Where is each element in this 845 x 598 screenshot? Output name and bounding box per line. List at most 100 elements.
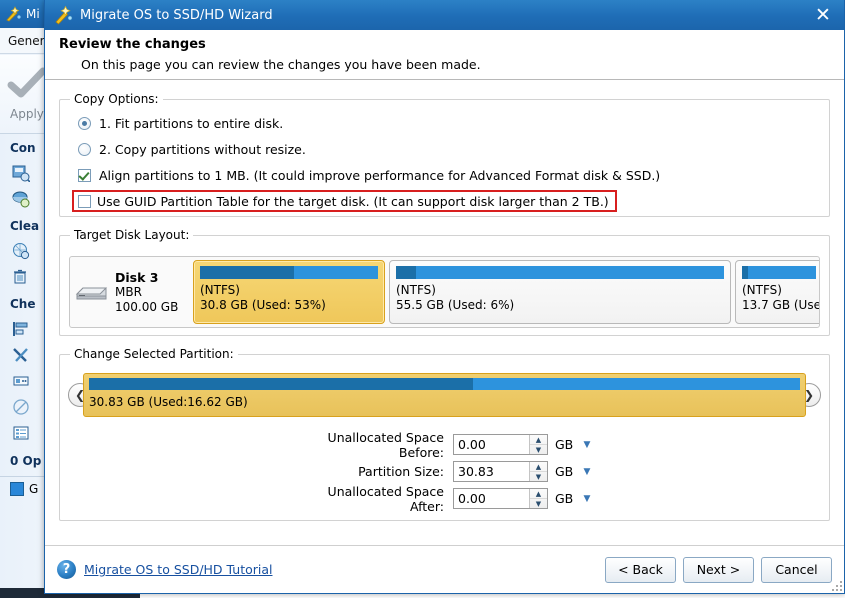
trash-wipe-icon (12, 268, 30, 286)
partition-usage-bar-1 (200, 266, 378, 279)
partition-size-3: 13.7 GB (Use (742, 298, 820, 312)
partition-block-2[interactable]: (NTFS) 55.5 GB (Used: 6%) (389, 260, 731, 324)
surface-test-icon (12, 372, 30, 390)
disk-name: Disk 3 (115, 269, 159, 285)
unallocated-space-after-label: Unallocated Space After: (327, 483, 444, 514)
partition-size-stepper[interactable]: ▲ ▼ (453, 461, 548, 482)
checkmark-icon[interactable] (6, 67, 48, 101)
disk-copy-icon (12, 164, 31, 183)
migrate-os-wizard-dialog: Migrate OS to SSD/HD Wizard ✕ Review the… (44, 0, 845, 594)
unallocated-space-after-unit: GB (555, 491, 574, 506)
partition-size-row: Partition Size: ▲ ▼ GB ▼ (290, 458, 620, 485)
unallocated-space-after-unit-chevron-down-icon[interactable]: ▼ (576, 494, 598, 504)
disk-info-text: Disk 3 MBR 100.00 GB (115, 270, 178, 315)
partition-size-label: Partition Size: (358, 464, 444, 479)
radio-fit-partitions-label: 1. Fit partitions to entire disk. (99, 115, 284, 131)
dialog-titlebar[interactable]: Migrate OS to SSD/HD Wizard ✕ (45, 0, 844, 30)
spinner-up-icon[interactable]: ▲ (530, 489, 547, 499)
highlight-box-guid-option[interactable]: Use GUID Partition Table for the target … (72, 190, 617, 212)
resize-grip[interactable] (831, 580, 842, 591)
partition-block-3[interactable]: (NTFS) 13.7 GB (Use (735, 260, 820, 324)
blue-square-icon (10, 482, 24, 496)
partition-usage-bar-3 (742, 266, 816, 279)
unallocated-space-before-unit-chevron-down-icon[interactable]: ▼ (576, 440, 598, 450)
disable-icon (12, 398, 30, 416)
disk-capacity: 100.00 GB (115, 299, 179, 314)
radio-fit-partitions-row[interactable]: 1. Fit partitions to entire disk. (78, 110, 829, 136)
apply-button-label[interactable]: Apply (10, 107, 44, 121)
checkbox-align-partitions-row[interactable]: Align partitions to 1 MB. (It could impr… (78, 162, 829, 188)
partition-block-1[interactable]: (NTFS) 30.8 GB (Used: 53%) (193, 260, 385, 324)
checkbox-use-guid-partition-table-label: Use GUID Partition Table for the target … (97, 193, 609, 209)
spinner-down-icon[interactable]: ▼ (530, 445, 547, 454)
spinner-up-icon[interactable]: ▲ (530, 435, 547, 445)
checkbox-guid-row-wrapper: Use GUID Partition Table for the target … (72, 188, 829, 214)
dialog-header: Review the changes On this page you can … (45, 30, 844, 80)
checkbox-align-partitions-label: Align partitions to 1 MB. (It could impr… (99, 167, 661, 183)
help-question-icon[interactable]: ? (57, 560, 76, 579)
dialog-button-group: < Back Next > Cancel (605, 556, 832, 583)
unallocated-space-after-stepper[interactable]: ▲ ▼ (453, 488, 548, 509)
page-subtitle: On this page you can review the changes … (81, 57, 481, 72)
properties-list-icon (12, 424, 30, 442)
partition-size-unit-chevron-down-icon[interactable]: ▼ (576, 467, 598, 477)
next-button[interactable]: Next > (683, 556, 754, 583)
partition-used-fill-2 (396, 266, 416, 279)
radio-fit-partitions[interactable] (78, 116, 91, 130)
unallocated-space-after-row: Unallocated Space After: ▲ ▼ GB ▼ (290, 483, 620, 514)
unallocated-space-before-spin-buttons[interactable]: ▲ ▼ (529, 435, 547, 454)
radio-copy-without-resize-row[interactable]: 2. Copy partitions without resize. (78, 136, 829, 162)
target-disk-layout-legend: Target Disk Layout: (74, 228, 190, 242)
partition-usage-bar-2 (396, 266, 724, 279)
unallocated-space-before-unit: GB (555, 437, 574, 452)
menu-item-general[interactable]: Gener (8, 34, 45, 48)
partition-fs-1: (NTFS) (200, 283, 240, 297)
spinner-up-icon[interactable]: ▲ (530, 462, 547, 472)
checkbox-use-guid-partition-table[interactable] (78, 194, 91, 208)
hard-disk-icon (75, 281, 109, 303)
cancel-button[interactable]: Cancel (761, 556, 832, 583)
partition-size-input[interactable] (454, 462, 529, 481)
partition-fs-3: (NTFS) (742, 283, 782, 297)
selected-partition-bar[interactable]: 30.83 GB (Used:16.62 GB) (83, 373, 806, 417)
wipe-disk-icon (12, 242, 30, 260)
page-title: Review the changes (59, 37, 206, 52)
change-selected-partition-legend: Change Selected Partition: (74, 347, 234, 361)
partition-used-fill-1 (200, 266, 295, 279)
spinner-down-icon[interactable]: ▼ (530, 499, 547, 508)
unallocated-space-before-label: Unallocated Space Before: (327, 429, 444, 460)
dialog-body: Copy Options: 1. Fit partitions to entir… (45, 81, 844, 545)
spinner-down-icon[interactable]: ▼ (530, 472, 547, 481)
disk-scheme: MBR (115, 284, 142, 299)
back-button[interactable]: < Back (605, 556, 676, 583)
copy-options-group: Copy Options: 1. Fit partitions to entir… (59, 92, 830, 217)
close-icon[interactable]: ✕ (808, 3, 838, 27)
wizard-wand-icon (4, 5, 22, 23)
selected-partition-used-fill (89, 378, 473, 390)
partition-fs-2: (NTFS) (396, 283, 436, 297)
unallocated-space-before-stepper[interactable]: ▲ ▼ (453, 434, 548, 455)
partition-size-1: 30.8 GB (Used: 53%) (200, 298, 326, 312)
tools-icon (12, 346, 30, 364)
radio-copy-without-resize-label: 2. Copy partitions without resize. (99, 141, 306, 157)
partition-size-spin-buttons[interactable]: ▲ ▼ (529, 462, 547, 481)
partition-copy-icon (12, 190, 30, 208)
disk-layout-panel: Disk 3 MBR 100.00 GB (NTFS) 30.8 GB (Use… (69, 256, 820, 328)
partition-size-2: 55.5 GB (Used: 6%) (396, 298, 515, 312)
unallocated-space-before-row: Unallocated Space Before: ▲ ▼ GB ▼ (290, 429, 620, 460)
checkbox-align-partitions[interactable] (78, 168, 91, 182)
background-window-title: Mi (26, 7, 40, 21)
partition-size-fields: Unallocated Space Before: ▲ ▼ GB ▼ Parti… (290, 429, 620, 514)
unallocated-space-after-spin-buttons[interactable]: ▲ ▼ (529, 489, 547, 508)
unallocated-space-before-input[interactable] (454, 435, 529, 454)
align-partition-icon (12, 320, 30, 338)
radio-copy-without-resize[interactable] (78, 142, 91, 156)
partition-size-unit: GB (555, 464, 574, 479)
selected-partition-label: 30.83 GB (Used:16.62 GB) (89, 395, 248, 409)
partition-used-fill-3 (742, 266, 748, 279)
copy-options-legend: Copy Options: (74, 92, 159, 106)
selected-partition-usage-bar (89, 378, 800, 390)
dialog-title-text: Migrate OS to SSD/HD Wizard (80, 7, 273, 23)
unallocated-space-after-input[interactable] (454, 489, 529, 508)
tutorial-link[interactable]: Migrate OS to SSD/HD Tutorial (84, 562, 272, 577)
